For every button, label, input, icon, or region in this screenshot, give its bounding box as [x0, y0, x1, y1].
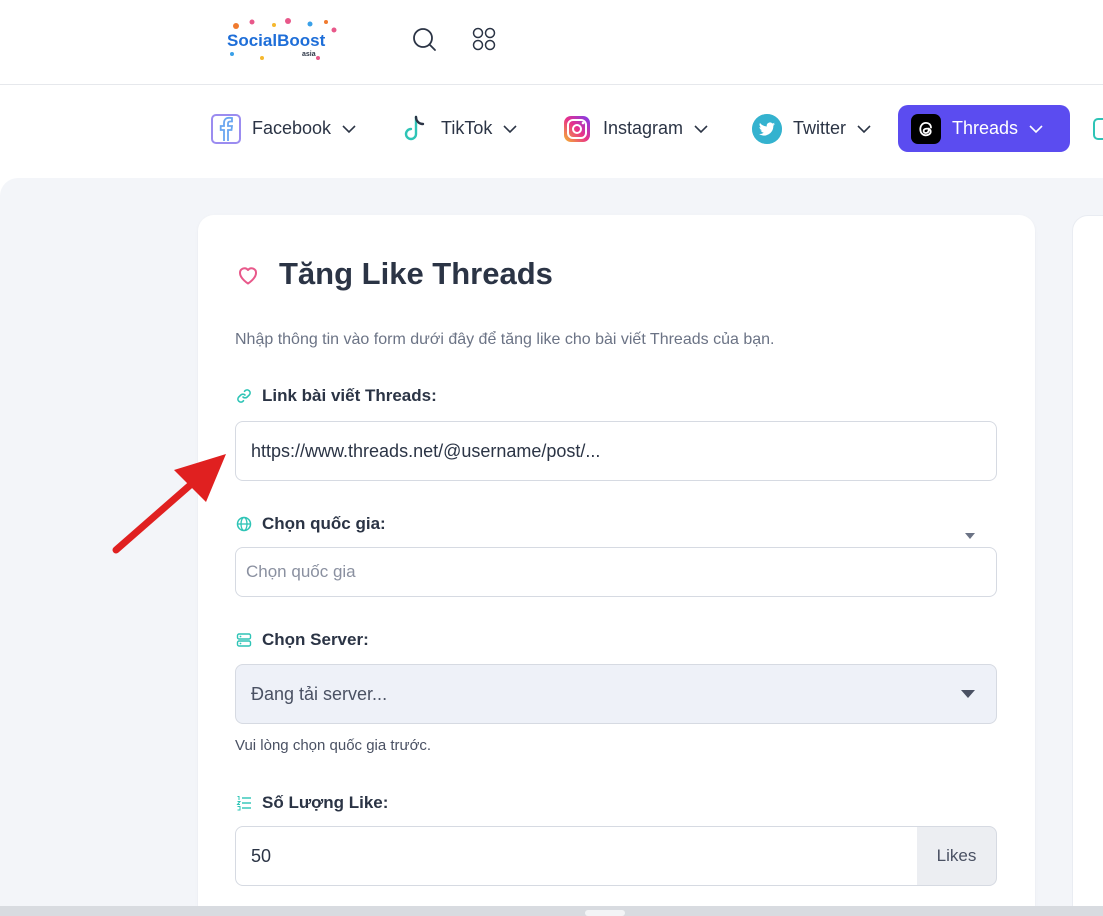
nav-item-threads[interactable]: Threads	[898, 105, 1070, 152]
nav-item-twitter[interactable]: Twitter	[739, 105, 884, 152]
quantity-unit: Likes	[917, 826, 997, 886]
server-icon	[236, 632, 252, 648]
heart-icon	[239, 267, 257, 285]
quantity-input[interactable]: 50	[235, 826, 918, 886]
nav-label: Facebook	[252, 118, 332, 138]
nav-label: Instagram	[603, 118, 684, 138]
logo-wordmark: SocialBoost	[227, 31, 326, 50]
nav-label: TikTok	[441, 118, 493, 138]
chevron-down-icon	[342, 124, 356, 133]
form-description: Nhập thông tin vào form dưới đây để tăng…	[235, 331, 775, 348]
top-header: SocialBoost asia	[0, 0, 1103, 85]
quantity-label: Số Lượng Like:	[236, 793, 388, 813]
server-label: Chọn Server:	[236, 630, 369, 650]
annotation-arrow-icon	[112, 454, 226, 554]
twitter-icon	[751, 113, 783, 145]
list-numbered-icon	[236, 795, 252, 811]
socialboost-logo[interactable]: SocialBoost asia	[222, 16, 344, 64]
facebook-icon	[210, 113, 242, 145]
apps-icon[interactable]	[471, 26, 497, 52]
link-label: Link bài viết Threads:	[236, 386, 437, 406]
chevron-down-icon	[503, 124, 517, 133]
horizontal-scrollbar[interactable]	[0, 906, 1103, 916]
chevron-down-icon	[1029, 124, 1043, 133]
chevron-down-icon	[857, 124, 871, 133]
server-caret-icon[interactable]	[961, 690, 975, 698]
server-hint: Vui lòng chọn quốc gia trước.	[235, 737, 432, 754]
platform-nav: Facebook TikTok Instagram Twitter Thread…	[0, 86, 1103, 178]
next-platform-icon[interactable]	[1093, 118, 1103, 140]
nav-item-facebook[interactable]: Facebook	[198, 105, 369, 152]
nav-label: Twitter	[793, 118, 847, 138]
country-select[interactable]: Chọn quốc gia	[235, 547, 997, 597]
instagram-icon	[561, 113, 593, 145]
link-label-text: Link bài viết Threads:	[262, 386, 437, 405]
chevron-down-icon	[694, 124, 708, 133]
country-caret-icon[interactable]	[965, 533, 975, 539]
link-icon	[236, 388, 252, 404]
search-icon[interactable]	[411, 26, 437, 52]
nav-item-tiktok[interactable]: TikTok	[387, 105, 530, 152]
threads-icon	[910, 113, 942, 145]
country-label-text: Chọn quốc gia:	[262, 514, 386, 533]
svg-text:asia: asia	[302, 51, 316, 58]
country-label: Chọn quốc gia:	[236, 514, 386, 534]
nav-item-instagram[interactable]: Instagram	[549, 105, 721, 152]
side-card	[1072, 215, 1103, 916]
nav-label: Threads	[952, 118, 1019, 138]
page-title: Tăng Like Threads	[279, 256, 553, 291]
tiktok-icon	[399, 113, 431, 145]
server-select[interactable]: Đang tải server...	[235, 664, 997, 724]
scrollbar-thumb[interactable]	[585, 910, 625, 916]
server-label-text: Chọn Server:	[262, 630, 369, 649]
quantity-label-text: Số Lượng Like:	[262, 793, 389, 812]
threads-link-input[interactable]: https://www.threads.net/@username/post/.…	[235, 421, 997, 481]
